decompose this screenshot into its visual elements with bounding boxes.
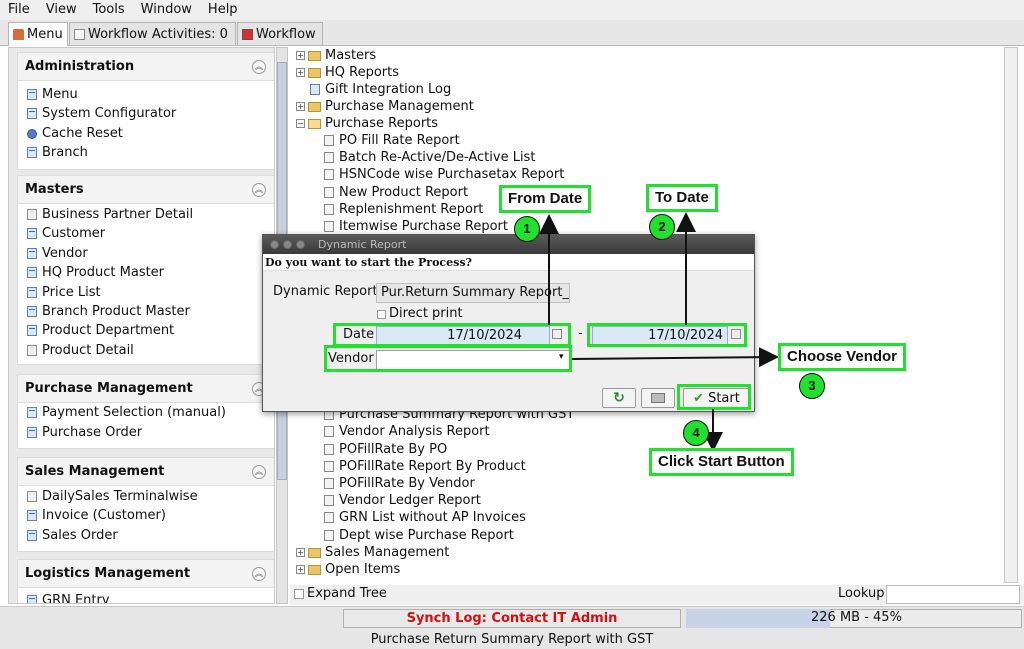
annotation-choose-vendor: Choose Vendor bbox=[778, 343, 907, 371]
step-badge-1: 1 bbox=[514, 216, 540, 242]
step-badge-2: 2 bbox=[649, 214, 675, 240]
arrow-vendor bbox=[571, 347, 779, 368]
annotation-arrows bbox=[539, 212, 779, 452]
step-badge-4: 4 bbox=[683, 420, 709, 446]
step-badge-3: 3 bbox=[799, 373, 825, 399]
annotation-from-date: From Date bbox=[499, 185, 592, 213]
annotation-click-start: Click Start Button bbox=[649, 448, 794, 476]
annotation-to-date: To Date bbox=[646, 184, 718, 212]
